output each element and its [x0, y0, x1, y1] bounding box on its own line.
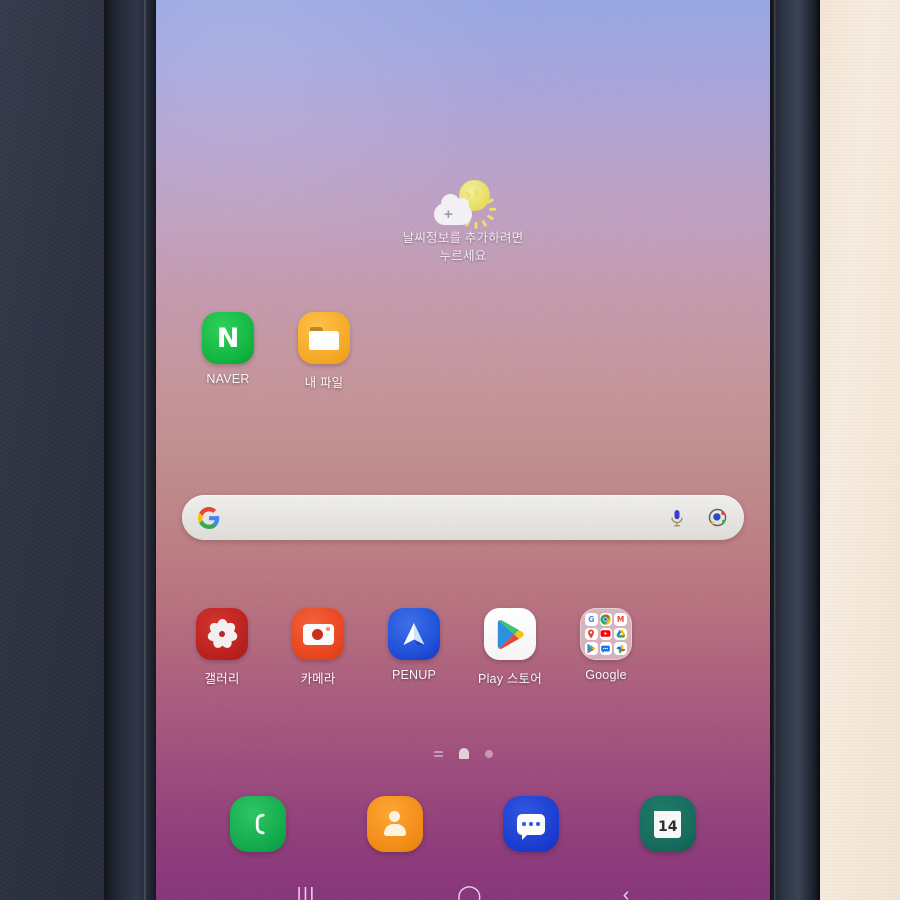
tablet-bezel-right — [768, 0, 820, 900]
home-row-1: N NAVER 내 파일 — [156, 312, 770, 391]
tablet-screen: + 날씨정보를 추가하려면 누르세요 N NAVER 내 파일 갤러리 카메라 … — [156, 0, 770, 900]
dock: 14 — [156, 796, 770, 852]
app-naver[interactable]: N NAVER — [180, 312, 276, 391]
calendar-day-number: 14 — [658, 818, 678, 835]
app-label-google-folder: Google — [585, 668, 627, 682]
mini-chrome-icon — [599, 613, 613, 626]
page-indicator — [156, 748, 770, 759]
home-button[interactable]: ◯ — [457, 886, 482, 900]
weather-widget[interactable]: + 날씨정보를 추가하려면 누르세요 — [156, 178, 770, 264]
folder-glyph — [309, 326, 339, 350]
background-desk-left — [0, 0, 112, 900]
naver-glyph: N — [216, 322, 240, 354]
message-bubble-icon — [517, 813, 546, 840]
mini-drive-icon — [614, 627, 627, 641]
page-dot-2[interactable] — [484, 749, 493, 758]
photo-of-tablet-home-screen: + 날씨정보를 추가하려면 누르세요 N NAVER 내 파일 갤러리 카메라 … — [0, 0, 900, 900]
app-label-naver: NAVER — [206, 372, 250, 386]
calendar-icon: 14 — [654, 810, 682, 838]
app-gallery[interactable]: 갤러리 — [174, 608, 270, 687]
tablet-bezel-left — [104, 0, 158, 900]
calendar-app[interactable]: 14 — [639, 796, 696, 852]
play-store-icon — [484, 608, 536, 660]
mini-play-store-icon — [585, 642, 598, 655]
mini-youtube-icon — [599, 627, 613, 641]
flower-glyph — [206, 619, 238, 650]
mini-messages-icon — [599, 642, 613, 655]
naver-icon: N — [202, 312, 254, 364]
google-folder-icon: G M — [580, 608, 632, 660]
phone-handset-icon — [256, 813, 265, 835]
background-wall-right — [818, 0, 900, 900]
contacts-person-icon — [382, 811, 408, 837]
page-dot-home[interactable] — [458, 748, 469, 759]
cloud-icon — [434, 194, 472, 225]
app-label-gallery: 갤러리 — [204, 672, 240, 686]
google-lens-icon[interactable] — [707, 507, 728, 528]
mini-photos-icon — [614, 642, 627, 655]
bezel-gloss-left — [144, 0, 147, 900]
app-label-penup: PENUP — [391, 668, 437, 682]
mini-google-search-icon: G — [585, 613, 598, 626]
app-my-files[interactable]: 내 파일 — [276, 312, 372, 391]
penup-pen-nib-icon — [388, 608, 440, 660]
add-plus-icon: + — [444, 206, 453, 223]
phone-app[interactable] — [230, 796, 287, 852]
system-navigation-bar: ||| ◯ ‹ — [156, 866, 770, 900]
microphone-icon[interactable] — [667, 507, 687, 529]
search-input[interactable] — [220, 509, 667, 526]
pen-nib-glyph — [400, 620, 428, 648]
bezel-gloss-right — [774, 0, 777, 900]
google-g-icon — [198, 506, 220, 529]
my-files-folder-icon — [298, 312, 350, 364]
app-penup[interactable]: PENUP — [366, 608, 462, 687]
home-row-2: 갤러리 카메라 PENUP Play 스토어 G M Google — [156, 608, 770, 687]
page-dot-apps[interactable] — [433, 750, 443, 757]
camera-icon — [292, 608, 344, 660]
gallery-flower-icon — [196, 608, 248, 660]
camera-glyph — [302, 623, 334, 645]
recents-button[interactable]: ||| — [297, 886, 316, 900]
mini-gmail-icon: M — [614, 613, 627, 626]
app-play-store[interactable]: Play 스토어 — [462, 608, 558, 687]
back-button[interactable]: ‹ — [623, 886, 630, 900]
app-google-folder[interactable]: G M Google — [558, 608, 654, 687]
contacts-app[interactable] — [366, 796, 423, 852]
app-label-my-files: 내 파일 — [304, 376, 344, 390]
app-label-play-store: Play 스토어 — [478, 672, 542, 686]
messages-app[interactable] — [503, 796, 560, 852]
mini-maps-icon — [585, 627, 598, 641]
weather-widget-line2: 누르세요 — [439, 249, 487, 263]
app-label-camera: 카메라 — [300, 672, 336, 686]
sun-behind-cloud-add-icon: + — [432, 178, 497, 229]
weather-widget-line1: 날씨정보를 추가하려면 — [402, 231, 524, 245]
app-camera[interactable]: 카메라 — [270, 608, 366, 687]
google-search-bar[interactable] — [182, 495, 744, 540]
